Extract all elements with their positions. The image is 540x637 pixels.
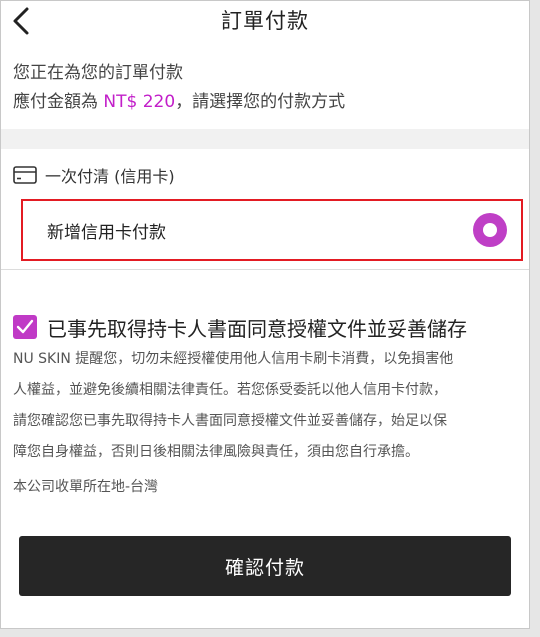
header: 訂單付款 (1, 1, 529, 45)
acquirer-location: 本公司收單所在地-台灣 (13, 479, 159, 495)
add-credit-card-label: 新增信用卡付款 (47, 222, 166, 243)
consent-title: 已事先取得持卡人書面同意授權文件並妥善儲存 (47, 316, 467, 341)
amount-suffix: ，請選擇您的付款方式 (175, 92, 346, 112)
intro-line: 您正在為您的訂單付款 (13, 63, 183, 83)
chevron-left-icon[interactable] (9, 5, 33, 37)
section-gap (1, 129, 529, 149)
radio-selected-icon[interactable] (473, 213, 507, 247)
consent-section: 已事先取得持卡人書面同意授權文件並妥善儲存 NU SKIN 提醒您，切勿未經授權… (1, 270, 529, 496)
amount-line: 應付金額為 NT$ 220，請選擇您的付款方式 (13, 88, 517, 117)
consent-checkbox[interactable] (13, 315, 37, 339)
payment-screen: 訂單付款 您正在為您的訂單付款 應付金額為 NT$ 220，請選擇您的付款方式 … (0, 0, 530, 629)
notice-line: 請您確認您已事先取得持卡人書面同意授權文件並妥善儲存，始足以保 (13, 413, 447, 429)
notice-line: NU SKIN 提醒您，切勿未經授權使用他人信用卡刷卡消費，以免損害他 (13, 351, 454, 367)
credit-card-icon (13, 166, 37, 184)
amount-prefix: 應付金額為 (13, 92, 104, 112)
amount-due: NT$ 220 (103, 92, 176, 112)
notice-line: 障您自身權益，否則日後相關法律風險與責任，須由您自行承擔。 (13, 444, 419, 460)
payment-intro: 您正在為您的訂單付款 應付金額為 NT$ 220，請選擇您的付款方式 (1, 45, 529, 129)
payment-methods: 一次付清 (信用卡) 新增信用卡付款 (1, 149, 529, 261)
payment-method-label: 一次付清 (信用卡) (45, 167, 175, 186)
payment-method-header: 一次付清 (信用卡) (13, 161, 517, 189)
page-title: 訂單付款 (221, 9, 309, 33)
consent-row: 已事先取得持卡人書面同意授權文件並妥善儲存 (13, 312, 517, 342)
add-credit-card-option[interactable]: 新增信用卡付款 (21, 199, 523, 261)
confirm-payment-button[interactable]: 確認付款 (19, 536, 511, 596)
notice-line: 人權益，並避免後續相關法律責任。若您係受委託以他人信用卡付款， (13, 382, 447, 398)
consent-notice: NU SKIN 提醒您，切勿未經授權使用他人信用卡刷卡消費，以免損害他 人權益，… (13, 344, 517, 468)
